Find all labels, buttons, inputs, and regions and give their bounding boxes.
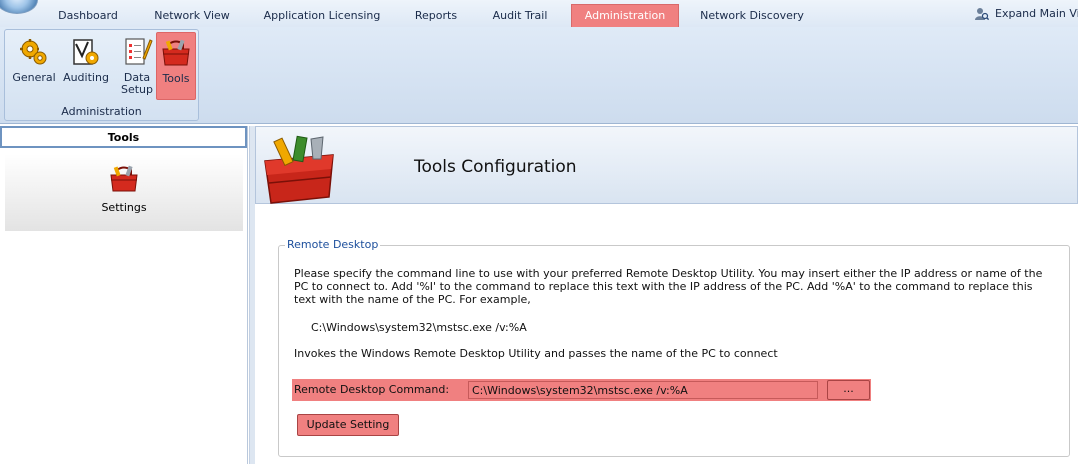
ribbon-data-setup-button[interactable]: Data Setup bbox=[113, 32, 161, 100]
remote-desktop-legend: Remote Desktop bbox=[285, 238, 381, 251]
remote-desktop-command-input[interactable] bbox=[468, 381, 818, 399]
main-tab-bar: Dashboard Network View Application Licen… bbox=[0, 0, 1078, 27]
ribbon: General Auditing Data Setup Tools Admini… bbox=[0, 27, 1078, 124]
toolbox-icon bbox=[160, 37, 192, 69]
left-item-settings-label: Settings bbox=[101, 201, 147, 214]
remote-desktop-description: Please specify the command line to use w… bbox=[294, 267, 1043, 306]
browse-button[interactable]: ... bbox=[827, 380, 870, 400]
invokes-description: Invokes the Windows Remote Desktop Utili… bbox=[294, 347, 778, 360]
ribbon-general-button[interactable]: General bbox=[9, 32, 59, 100]
tab-application-licensing[interactable]: Application Licensing bbox=[252, 5, 392, 27]
left-item-settings[interactable]: Settings bbox=[5, 154, 243, 231]
remote-desktop-command-row: Remote Desktop Command: ... bbox=[292, 379, 871, 401]
ribbon-data-setup-label-line2: Setup bbox=[120, 83, 154, 96]
ribbon-tools-label: Tools bbox=[162, 72, 190, 85]
expand-main-view-label: Expand Main View bbox=[995, 7, 1078, 20]
app-menu-orb-icon[interactable] bbox=[0, 0, 38, 14]
ribbon-group-administration: General Auditing Data Setup Tools Admini… bbox=[4, 29, 199, 121]
ribbon-tools-button[interactable]: Tools bbox=[156, 32, 196, 100]
gear-icon bbox=[18, 36, 50, 68]
tab-network-discovery[interactable]: Network Discovery bbox=[690, 5, 814, 27]
remote-desktop-command-label: Remote Desktop Command: bbox=[294, 383, 450, 396]
update-setting-button[interactable]: Update Setting bbox=[297, 414, 399, 436]
ribbon-group-label: Administration bbox=[61, 105, 142, 118]
main-content: Tools Configuration Remote Desktop Pleas… bbox=[255, 126, 1078, 464]
example-command: C:\Windows\system32\mstsc.exe /v:%A bbox=[311, 321, 527, 334]
left-navigation-panel: Tools Settings bbox=[0, 126, 248, 464]
clipboard-gear-icon bbox=[70, 36, 102, 68]
ribbon-auditing-button[interactable]: Auditing bbox=[61, 32, 111, 100]
left-panel-header: Tools bbox=[0, 126, 247, 148]
user-search-icon bbox=[975, 7, 990, 21]
ribbon-general-label: General bbox=[12, 71, 56, 84]
tab-audit-trail[interactable]: Audit Trail bbox=[480, 5, 560, 27]
tab-reports[interactable]: Reports bbox=[396, 5, 476, 27]
main-header: Tools Configuration bbox=[255, 126, 1078, 204]
tab-network-view[interactable]: Network View bbox=[140, 5, 244, 27]
toolbox-icon bbox=[261, 135, 337, 205]
expand-main-view-button[interactable]: Expand Main View bbox=[975, 6, 1078, 24]
page-title: Tools Configuration bbox=[414, 157, 577, 177]
remote-desktop-section: Remote Desktop Please specify the comman… bbox=[278, 238, 1070, 457]
tab-dashboard[interactable]: Dashboard bbox=[38, 5, 138, 27]
checklist-pencil-icon bbox=[121, 36, 153, 68]
toolbox-icon bbox=[108, 164, 140, 194]
ribbon-auditing-label: Auditing bbox=[63, 71, 109, 84]
tab-administration[interactable]: Administration bbox=[571, 4, 679, 27]
